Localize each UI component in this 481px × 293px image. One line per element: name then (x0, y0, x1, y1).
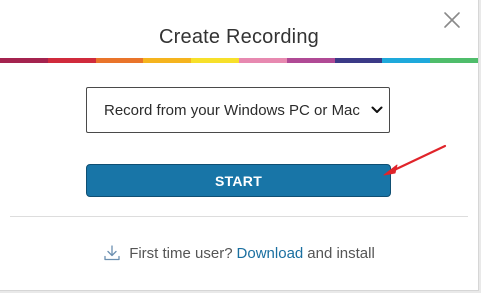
color-stripe-segment (238, 58, 287, 63)
recording-source-select[interactable]: Record from your Windows PC or Mac (86, 87, 390, 133)
color-stripe-segment (382, 58, 431, 63)
color-stripe-segment (286, 58, 335, 63)
divider (10, 216, 468, 217)
footer-suffix: and install (307, 244, 375, 262)
create-recording-dialog: Create Recording Record from your Window… (0, 0, 479, 291)
color-stripe-segment (95, 58, 144, 63)
color-stripe (0, 58, 478, 63)
recording-source-value: Record from your Windows PC or Mac (104, 101, 360, 119)
chevron-down-icon (371, 106, 383, 113)
color-stripe-segment (143, 58, 192, 63)
close-icon[interactable] (440, 8, 464, 32)
color-stripe-segment (334, 58, 383, 63)
download-link[interactable]: Download (237, 245, 304, 262)
start-button[interactable]: START (86, 164, 391, 197)
dialog-title: Create Recording (159, 26, 319, 48)
color-stripe-segment (430, 58, 478, 63)
color-stripe-segment (47, 58, 96, 63)
footer-download-hint: First time user? Download and install (0, 244, 478, 262)
footer-prefix: First time user? (129, 244, 233, 262)
color-stripe-segment (0, 58, 48, 63)
download-icon (104, 245, 120, 261)
color-stripe-segment (191, 58, 239, 63)
